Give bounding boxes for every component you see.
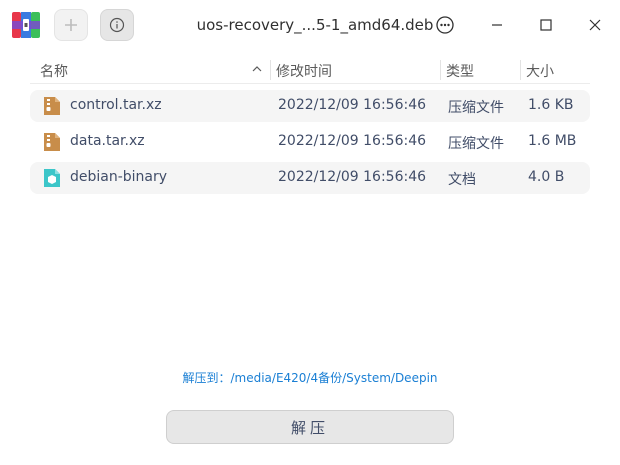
file-modified: 2022/12/09 16:56:46 [278,133,427,149]
titlebar: uos-recovery_...5-1_amd64.deb [0,0,620,50]
extract-button[interactable]: 解压 [166,410,454,444]
file-info-button[interactable] [100,9,134,41]
file-type: 压缩文件 [448,100,504,116]
minimize-icon [492,24,502,26]
column-divider[interactable] [270,60,271,80]
column-header-name[interactable]: 名称 [40,61,68,81]
sort-ascending-icon[interactable] [250,62,264,76]
file-size: 4.0 B [528,169,565,185]
file-type: 压缩文件 [448,136,504,152]
column-divider[interactable] [520,60,521,80]
close-icon [589,19,601,31]
more-icon [436,16,454,34]
info-icon [109,17,125,33]
maximize-icon [540,19,552,31]
file-list: control.tar.xz 2022/12/09 16:56:46 压缩文件 … [30,90,590,198]
table-row[interactable]: control.tar.xz 2022/12/09 16:56:46 压缩文件 … [30,90,590,122]
column-header-size[interactable]: 大小 [526,61,554,81]
column-divider[interactable] [440,60,441,80]
document-file-icon [44,169,60,187]
column-header-modified[interactable]: 修改时间 [276,61,332,81]
add-file-button[interactable] [54,9,88,41]
window-menu-button[interactable] [432,12,458,38]
archive-file-icon [44,133,60,151]
archive-manager-app-icon [12,12,40,38]
plus-icon [65,19,77,31]
maximize-button[interactable] [533,12,559,38]
archive-file-icon [44,97,60,115]
file-modified: 2022/12/09 16:56:46 [278,97,427,113]
extract-path-link[interactable]: 解压到：/media/E420/4备份/System/Deepin [0,369,620,386]
file-size: 1.6 MB [528,133,577,149]
file-name: data.tar.xz [70,133,145,149]
file-name: debian-binary [70,169,168,185]
column-header-type[interactable]: 类型 [446,61,474,81]
file-type: 文档 [448,172,476,188]
file-modified: 2022/12/09 16:56:46 [278,169,427,185]
file-table-header: 名称 修改时间 类型 大小 [30,56,590,84]
table-row[interactable]: data.tar.xz 2022/12/09 16:56:46 压缩文件 1.6… [30,126,590,158]
file-size: 1.6 KB [528,97,574,113]
window-title: uos-recovery_...5-1_amd64.deb [196,16,434,34]
close-button[interactable] [582,12,608,38]
file-name: control.tar.xz [70,97,162,113]
table-row[interactable]: debian-binary 2022/12/09 16:56:46 文档 4.0… [30,162,590,194]
minimize-button[interactable] [484,12,510,38]
